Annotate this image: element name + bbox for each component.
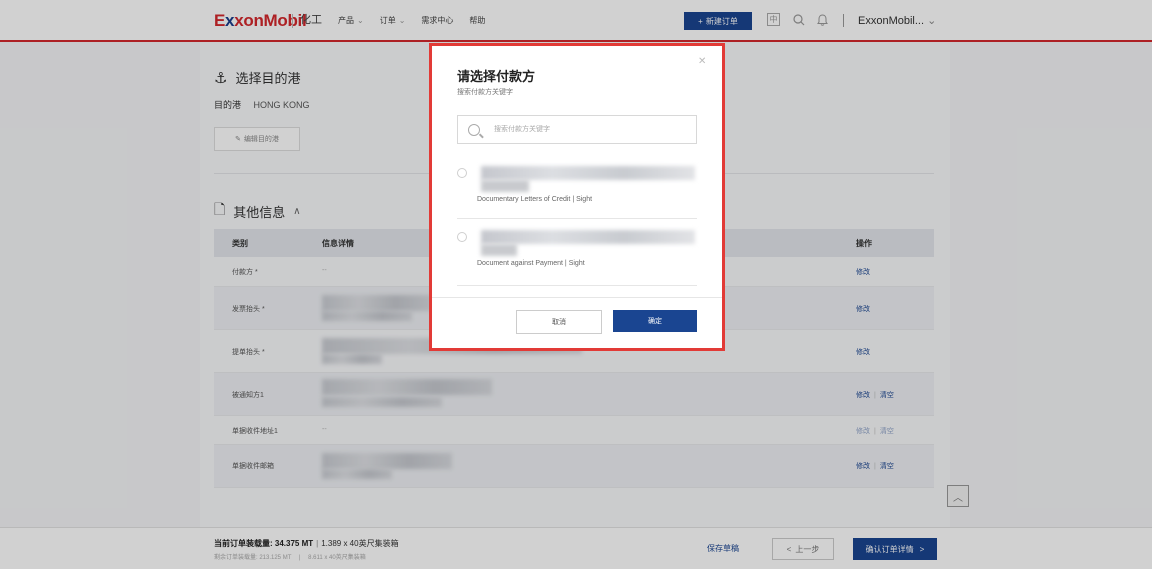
redacted-payer-name	[481, 244, 517, 256]
redacted-payer-name	[481, 180, 529, 192]
option-divider	[457, 285, 697, 286]
payer-option[interactable]: Document against Payment | Sight	[457, 230, 697, 275]
close-icon[interactable]: ✕	[698, 56, 706, 67]
payer-radio[interactable]	[457, 232, 467, 242]
option-divider	[457, 218, 697, 219]
payer-option[interactable]: Documentary Letters of Credit | Sight	[457, 166, 697, 211]
payer-search-input[interactable]	[492, 125, 676, 134]
modal-title: 请选择付款方	[457, 69, 536, 84]
confirm-button[interactable]: 确定	[613, 310, 697, 332]
redacted-payer-name	[481, 230, 695, 244]
redacted-payer-name	[481, 166, 695, 180]
search-icon	[468, 123, 480, 136]
payment-terms: Documentary Letters of Credit | Sight	[477, 196, 593, 203]
modal-footer-divider	[432, 297, 722, 298]
cancel-button[interactable]: 取消	[516, 310, 602, 334]
payer-search-box	[457, 115, 697, 144]
payer-radio[interactable]	[457, 168, 467, 178]
select-payer-modal: ✕ 请选择付款方 搜索付款方关键字 Documentary Letters of…	[429, 43, 725, 351]
payment-terms: Document against Payment | Sight	[477, 260, 585, 267]
modal-subtitle: 搜索付款方关键字	[457, 89, 513, 96]
